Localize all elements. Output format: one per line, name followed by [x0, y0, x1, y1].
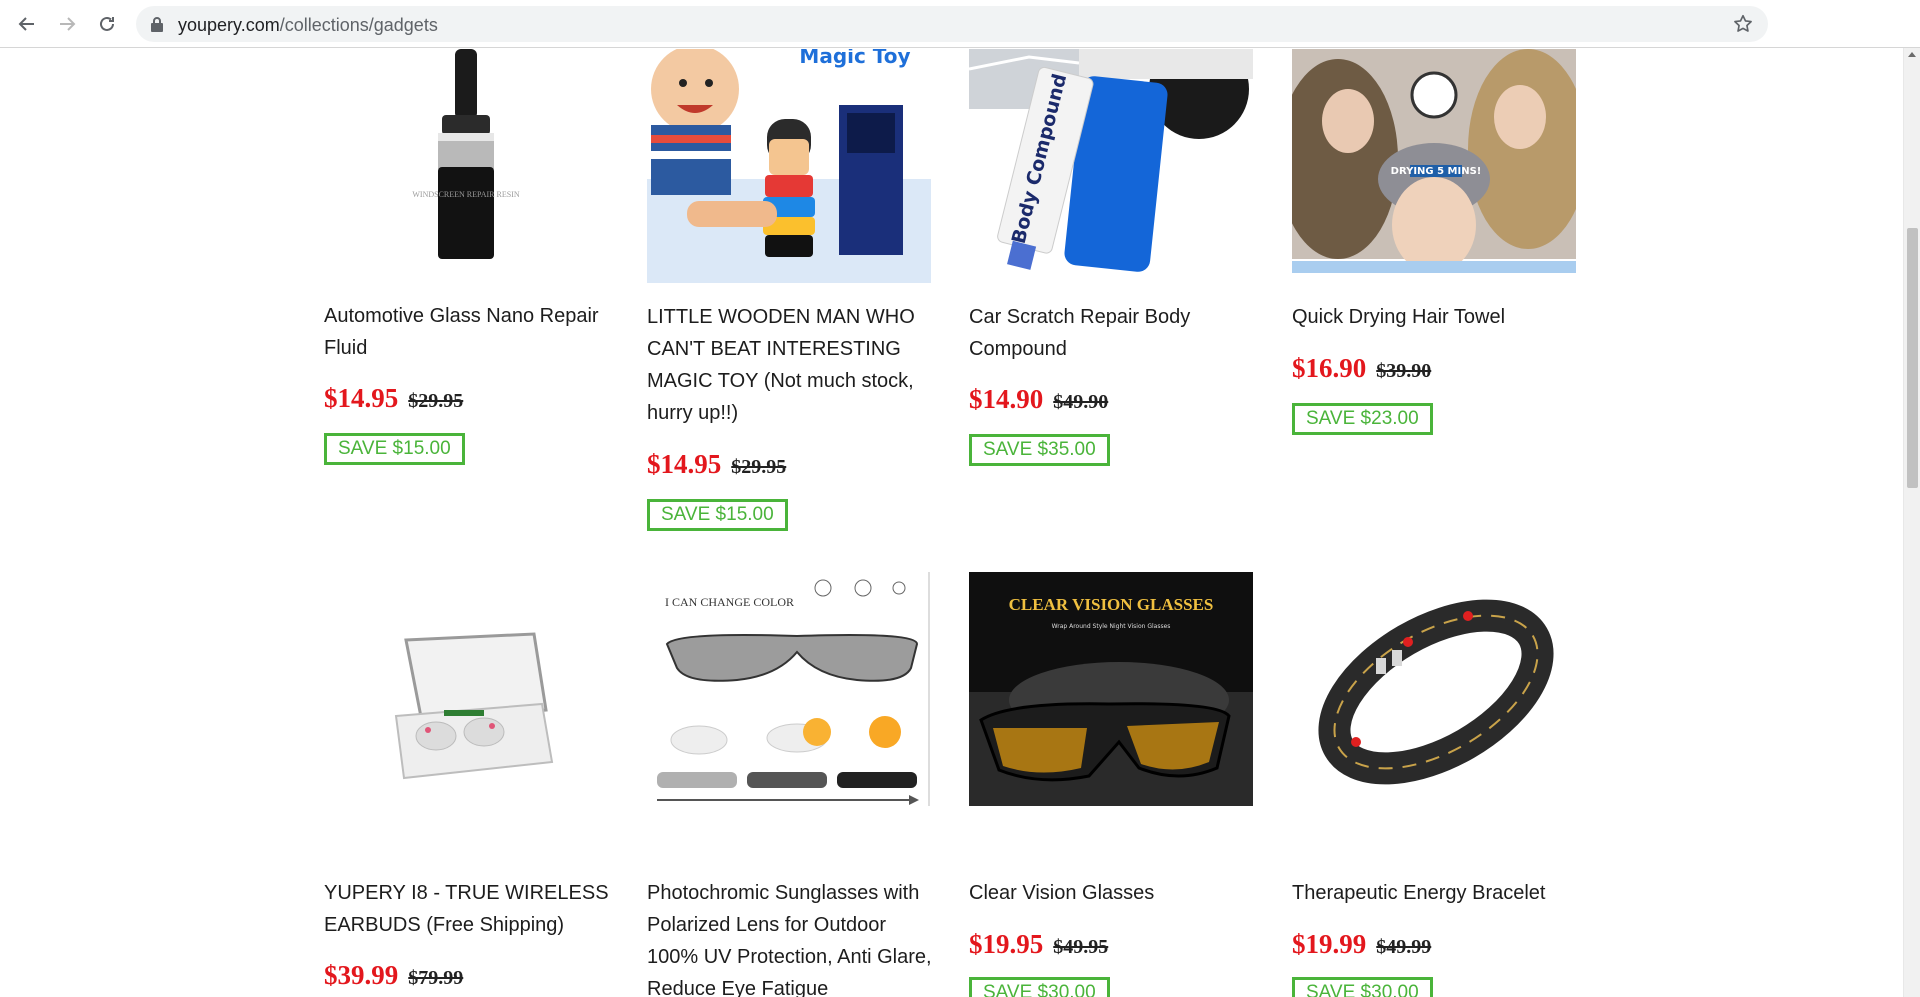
product-title[interactable]: Clear Vision Glasses: [969, 877, 1254, 909]
wireless-earbuds-image: [324, 572, 608, 806]
reload-button[interactable]: [93, 12, 121, 36]
sale-price: $39.99: [324, 960, 399, 990]
windscreen-repair-bottle-image: WINDSCREEN REPAIR RESIN: [324, 49, 608, 283]
product-title[interactable]: Therapeutic Energy Bracelet: [1292, 877, 1577, 909]
price-row: $19.99 $49.99: [1292, 929, 1431, 960]
sale-price: $14.95: [324, 383, 399, 413]
product-title[interactable]: Photochromic Sunglasses with Polarized L…: [647, 877, 932, 997]
sale-price: $19.95: [969, 929, 1044, 959]
product-image-clear-vision-glasses[interactable]: CLEAR VISION GLASSES Wrap Around Style N…: [969, 572, 1253, 806]
url-domain: youpery.com: [178, 15, 280, 35]
sale-price: $14.90: [969, 384, 1044, 414]
price-row: $14.95 $29.95: [647, 449, 786, 480]
photochromic-sunglasses-image: I CAN CHANGE COLOR: [647, 572, 931, 806]
magic-toy-caption: Magic Toy: [799, 49, 910, 68]
towel-badge: DRYING 5 MINS!: [1391, 166, 1482, 177]
price-row: $14.95 $29.95: [324, 383, 463, 414]
save-badge: SAVE $30.00: [1292, 977, 1433, 997]
compare-price: $29.95: [408, 390, 464, 412]
body-compound-image: Body Compound: [969, 49, 1253, 283]
compare-price: $79.99: [408, 967, 464, 989]
sale-price: $16.90: [1292, 353, 1367, 383]
page-scrollbar[interactable]: [1903, 48, 1920, 997]
price-row: $19.95 $49.95: [969, 929, 1108, 960]
arrow-left-icon: [18, 17, 34, 31]
lock-icon: [151, 17, 163, 32]
product-title[interactable]: Automotive Glass Nano Repair Fluid: [324, 300, 609, 364]
product-image-windscreen-repair[interactable]: WINDSCREEN REPAIR RESIN: [324, 49, 608, 283]
address-bar[interactable]: youpery.com/collections/gadgets: [136, 6, 1768, 42]
price-row: $39.99 $79.99: [324, 960, 463, 991]
product-title[interactable]: LITTLE WOODEN MAN WHO CAN'T BEAT INTERES…: [647, 301, 932, 429]
compare-price: $49.95: [1053, 936, 1109, 958]
bottle-label: WINDSCREEN REPAIR RESIN: [412, 190, 519, 199]
url-text: youpery.com/collections/gadgets: [178, 15, 438, 36]
sunglasses-caption: I CAN CHANGE COLOR: [665, 595, 794, 609]
product-title[interactable]: Quick Drying Hair Towel: [1292, 301, 1577, 333]
product-title[interactable]: Car Scratch Repair Body Compound: [969, 301, 1254, 365]
product-image-hair-towel[interactable]: DRYING 5 MINS!: [1292, 49, 1576, 283]
compare-price: $39.90: [1376, 360, 1432, 382]
save-badge: SAVE $35.00: [969, 434, 1110, 466]
product-image-energy-bracelet[interactable]: [1292, 572, 1576, 806]
save-badge: SAVE $15.00: [324, 433, 465, 465]
product-image-photochromic-sunglasses[interactable]: I CAN CHANGE COLOR: [647, 572, 931, 806]
compare-price: $29.95: [731, 456, 787, 478]
hair-towel-image: DRYING 5 MINS!: [1292, 49, 1576, 283]
url-path: /collections/gadgets: [279, 15, 438, 35]
compare-price: $49.90: [1053, 391, 1109, 413]
collection-page: WINDSCREEN REPAIR RESIN Magic Toy Body C…: [0, 49, 1903, 997]
save-badge: SAVE $30.00: [969, 977, 1110, 997]
reload-icon: [100, 16, 114, 31]
star-icon[interactable]: [1732, 13, 1754, 35]
save-badge: SAVE $15.00: [647, 499, 788, 531]
browser-toolbar: youpery.com/collections/gadgets: [0, 0, 1920, 48]
sale-price: $19.99: [1292, 929, 1367, 959]
back-button[interactable]: [13, 12, 41, 36]
scroll-thumb[interactable]: [1907, 228, 1918, 488]
active-tab-edge: [1138, 0, 1268, 3]
arrow-right-icon: [60, 17, 76, 31]
energy-bracelet-image: [1292, 572, 1576, 806]
clear-vision-caption: CLEAR VISION GLASSES: [1009, 595, 1214, 614]
price-row: $16.90 $39.90: [1292, 353, 1431, 384]
scroll-up-arrow-icon[interactable]: [1908, 52, 1916, 57]
product-title[interactable]: YUPERY I8 - TRUE WIRELESS EARBUDS (Free …: [324, 877, 609, 941]
clear-vision-glasses-image: CLEAR VISION GLASSES Wrap Around Style N…: [969, 572, 1253, 806]
magic-toy-image: Magic Toy: [647, 49, 931, 283]
product-image-wireless-earbuds[interactable]: [324, 572, 608, 806]
forward-button[interactable]: [53, 12, 81, 36]
clear-vision-subcaption: Wrap Around Style Night Vision Glasses: [1052, 623, 1171, 630]
sale-price: $14.95: [647, 449, 722, 479]
product-image-body-compound[interactable]: Body Compound: [969, 49, 1253, 283]
price-row: $14.90 $49.90: [969, 384, 1108, 415]
compare-price: $49.99: [1376, 936, 1432, 958]
save-badge: SAVE $23.00: [1292, 403, 1433, 435]
product-image-magic-toy[interactable]: Magic Toy: [647, 49, 931, 283]
